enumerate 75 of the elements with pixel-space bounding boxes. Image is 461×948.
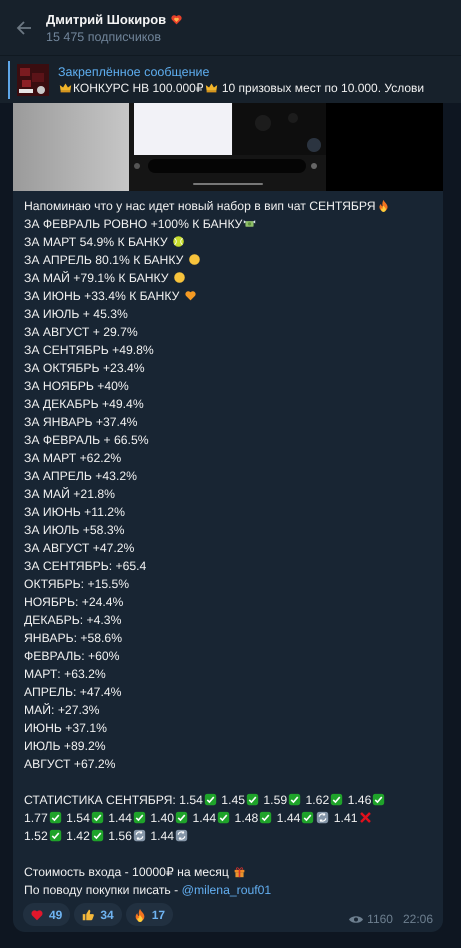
message-text: АПРЕЛЬ: +47.4% (24, 684, 122, 701)
message-text: ЗА СЕНТЯБРЬ +49.8% (24, 342, 155, 359)
message-text: ЗА ЯНВАРЬ +37.4% (24, 414, 139, 431)
message-text: ЗА ИЮНЬ +11.2% (24, 504, 126, 521)
channel-title: Дмитрий Шокиров (46, 12, 166, 26)
check-icon (330, 793, 344, 806)
message-time: 22:06 (402, 912, 433, 926)
message-text: ЗА АПРЕЛЬ 80.1% К БАНКУ (24, 251, 433, 269)
ball-icon (172, 235, 186, 248)
heart-icon (184, 289, 197, 302)
message-text: По поводу покупки писать - @milena_rouf01 (24, 882, 272, 899)
emoji-icon (188, 253, 201, 266)
view-count: 1160 (367, 912, 393, 926)
fire-icon (132, 908, 147, 922)
cross-icon (358, 811, 372, 824)
check-icon (246, 793, 260, 806)
refresh-icon (132, 829, 146, 842)
message-text: ЗА ФЕВРАЛЬ + 66.5% (24, 432, 150, 449)
thumbs-up-icon (81, 908, 96, 922)
message-text: ЯНВАРЬ: +58.6% (24, 630, 124, 647)
check-icon (372, 793, 386, 806)
check-icon (132, 811, 146, 824)
subscriber-count: 15 475 подписчиков (46, 30, 162, 44)
refresh-icon (316, 811, 330, 824)
message-text: ЗА МАЙ +21.8% (24, 486, 116, 503)
message-text: СТАТИСТИКА СЕНТЯБРЯ: 1.54 1.45 1.59 1.62 1.46 1.77 1.54 1.44 1.40 1.44 1.48 1.44 1.41 1.52 1.42 1.56 1.44 (24, 791, 433, 845)
message-text: ЗА ИЮЛЬ +58.3% (24, 522, 126, 539)
reaction-button[interactable]: 34 (74, 903, 122, 926)
message-text: ЗА АПРЕЛЬ +43.2% (24, 468, 138, 485)
heart-icon (170, 12, 184, 26)
message-text: НОЯБРЬ: +24.4% (24, 594, 124, 611)
check-icon (204, 793, 217, 806)
gift-icon (233, 865, 246, 878)
message-text: МАРТ: +63.2% (24, 666, 107, 683)
message-text: ЗА ИЮНЬ +33.4% К БАНКУ (24, 287, 433, 305)
message-text: АВГУСТ +67.2% (24, 756, 117, 773)
message-text: ИЮЛЬ +89.2% (24, 738, 107, 755)
heart-icon (30, 908, 44, 922)
message-text: Стоимость входа - 10000₽ на месяц (24, 863, 433, 881)
message-text: ЗА МАРТ 54.9% К БАНКУ (24, 233, 433, 251)
message-text: Напоминаю что у нас идет новый набор в вип чат СЕНТЯБРЯ (24, 197, 433, 215)
check-icon (90, 811, 104, 824)
message-text: ЗА НОЯБРЬ +40% (24, 378, 130, 395)
reaction-button[interactable]: 17 (126, 903, 174, 926)
message-text: ФЕВРАЛЬ: +60% (24, 648, 121, 665)
eye-icon (349, 914, 364, 924)
check-icon (48, 829, 62, 842)
message-text: ОКТЯБРЬ: +15.5% (24, 576, 130, 593)
refresh-icon (175, 829, 188, 842)
fire-icon (376, 199, 390, 212)
check-icon (288, 793, 302, 806)
check-icon (259, 811, 272, 824)
message-text: ЗА ИЮЛЬ + 45.3% (24, 306, 129, 323)
message-text: МАЙ: +27.3% (24, 702, 100, 719)
message-text: ЗА МАЙ +79.1% К БАНКУ (24, 269, 433, 287)
pinned-text: КОНКУРС НВ 100.000₽ 10 призовых мест по 10.000. Услови (58, 80, 424, 94)
message-text: ЗА ФЕВРАЛЬ РОВНО +100% К БАНКУ (24, 215, 433, 233)
pinned-message-bar[interactable]: Закреплённое сообщение КОНКУРС НВ 100.000₽ 10 призовых мест по 10.000. Услови (0, 56, 461, 103)
message-text: ЗА СЕНТЯБРЬ: +65.4 (24, 558, 148, 575)
username-link[interactable]: @milena_rouf01 (182, 883, 272, 897)
message-text: ЗА ОКТЯБРЬ +23.4% (24, 360, 146, 377)
pinned-label: Закреплённое сообщение (58, 64, 210, 78)
check-icon (175, 811, 188, 824)
message-text: ЗА МАРТ +62.2% (24, 450, 122, 467)
message-text: ИЮНЬ +37.1% (24, 720, 108, 737)
check-icon (217, 811, 230, 824)
message-text: ЗА ДЕКАБРЬ +49.4% (24, 396, 145, 413)
message-text: ЗА АВГУСТ + 29.7% (24, 324, 139, 341)
check-icon (301, 811, 314, 824)
message-text: ЗА АВГУСТ +47.2% (24, 540, 136, 557)
message-text: ДЕКАБРЬ: +4.3% (24, 612, 122, 629)
check-icon (90, 829, 104, 842)
check-icon (48, 811, 62, 824)
emoji-icon (172, 271, 186, 284)
reaction-button[interactable]: 49 (23, 903, 70, 926)
